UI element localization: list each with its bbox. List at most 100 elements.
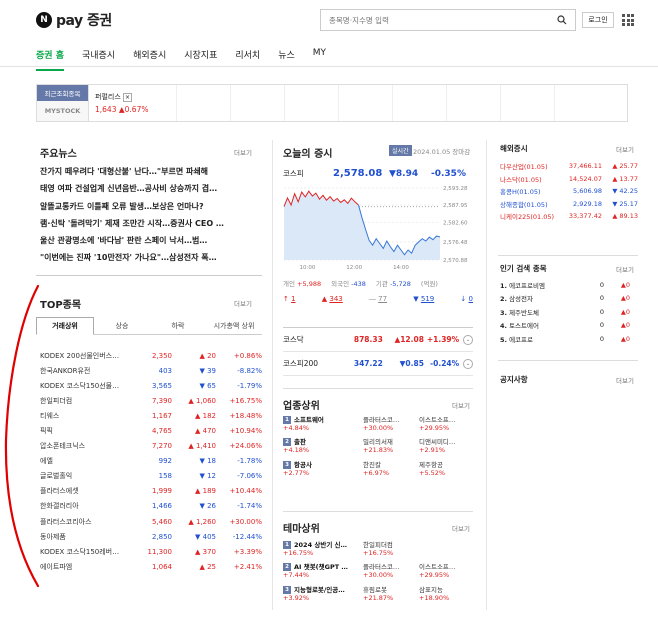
stock-price: 1,167 [151, 411, 172, 420]
table-row[interactable]: 동아제품 2,850 ▼ 405 -12.44% [40, 529, 262, 544]
rank-item[interactable]: 3 지능형로봇/인공… +3.92% [283, 586, 363, 602]
news-list: 잔가지 떼우려다 '대형산불' 난다…"부르면 파쇄해 태영 여파 건설업계 신… [40, 166, 260, 270]
table-row[interactable]: 한국ANKOR유전 403 ▼ 39 -8.82% [40, 363, 262, 378]
overseas-more-link[interactable]: 더보기 [616, 144, 634, 154]
rank-stock[interactable]: 이스트소프… +29.95% [419, 416, 473, 432]
overseas-change: ▲ 25.77 [612, 162, 638, 171]
stock-name: 압소폰테크닉스 [40, 442, 86, 451]
notice-more-link[interactable]: 더보기 [616, 375, 634, 385]
item-rate: +29.95% [419, 571, 450, 580]
popular-price: 0 [599, 294, 604, 303]
index-name: 코스닥 [283, 335, 304, 344]
rank-stock[interactable]: 한진칼 +6.97% [363, 461, 419, 477]
recent-title[interactable]: 최근조회종목 [37, 85, 88, 101]
rank-stock[interactable]: 휴림로봇 +21.87% [363, 586, 419, 602]
table-row[interactable]: 픽픽 4,765 ▲ 470 +10.94% [40, 423, 262, 438]
nav-home[interactable]: 증권 홈 [36, 48, 64, 71]
investor-value: -5,728 [389, 280, 411, 288]
popular-more-link[interactable]: 더보기 [616, 264, 634, 274]
search-icon[interactable] [557, 15, 567, 25]
table-row[interactable]: 압소폰테크닉스 7,270 ▲ 1,410 +24.06% [40, 439, 262, 454]
app-grid-icon[interactable] [622, 14, 634, 26]
index-row[interactable]: 코스닥 878.33 ▲12.08 +1.39% ⌄ [283, 328, 473, 352]
rank-stock[interactable]: 삼표지능 +18.90% [419, 586, 473, 602]
n-logo-icon: N [36, 12, 52, 28]
top-more-link[interactable]: 더보기 [234, 298, 252, 308]
stock-change: ▲ 1,410 [188, 442, 216, 451]
overseas-row[interactable]: 나스닥(01.05) 14,524.07 ▲ 13.77 [500, 173, 640, 186]
rank-stock[interactable]: 밀리의서재 +21.83% [363, 438, 419, 454]
kospi-summary[interactable]: 코스피 2,578.08 ▼8.94 -0.35% [283, 168, 473, 179]
table-row[interactable]: 플라터스에셋 1,999 ▲ 189 +10.44% [40, 484, 262, 499]
rank-stock[interactable]: 한일피더컴 +16.75% [363, 541, 419, 557]
table-row[interactable]: 플라터스코리아스 5,460 ▲ 1,260 +30.00% [40, 514, 262, 529]
table-row[interactable]: KODEX 코스닥150레버… 11,300 ▲ 370 +3.39% [40, 544, 262, 559]
rank-stock[interactable]: 디앤씨미디… +2.91% [419, 438, 473, 454]
news-item[interactable]: 알뜰교통카드 이틀째 오류 발생…보상은 언마나? [40, 201, 260, 218]
nav-research[interactable]: 리서치 [235, 48, 260, 71]
popular-row[interactable]: 4. 토스트에어 0 ▲0 [500, 319, 640, 333]
table-row[interactable]: 에이트파엠 1,064 ▲ 25 +2.41% [40, 559, 262, 574]
nav-overseas[interactable]: 해외증시 [133, 48, 166, 71]
mystock-tab[interactable]: MYSTOCK [37, 101, 88, 121]
rank-stock-name: 플라터스코… [363, 416, 419, 424]
rank-stock[interactable]: 이스트소프… +29.95% [419, 563, 473, 579]
table-row[interactable]: 티웨스 1,167 ▲ 182 +18.48% [40, 408, 262, 423]
rank-item[interactable]: 2 AI 챗봇(챗GPT … +7.44% [283, 563, 363, 579]
news-item[interactable]: 울산 관광명소에 '바다남' 판란 스페이 낙서…범… [40, 235, 260, 252]
rank-number: 3 [283, 460, 291, 469]
rank-stock[interactable] [419, 541, 473, 557]
popular-row[interactable]: 1. 에코프로비엠 0 ▲0 [500, 278, 640, 292]
overseas-row[interactable]: 니케이225(01.05) 33,377.42 ▲ 89.13 [500, 210, 640, 223]
rank-item[interactable]: 2 출판 +4.18% [283, 438, 363, 454]
rank-stock-name: 한진칼 [363, 461, 419, 469]
chevron-down-icon[interactable]: ⌄ [463, 358, 473, 369]
news-item[interactable]: "이번에는 진짜 '10만전자' 가나요"…삼성전자 폭… [40, 252, 260, 269]
rank-item[interactable]: 1 소프트웨어 +4.84% [283, 416, 363, 432]
rank-stock[interactable]: 플라터스코… +30.00% [363, 563, 419, 579]
recent-stock-item[interactable]: 퍼펄리스 × 1,643 ▲0.67% [89, 85, 177, 121]
news-item[interactable]: 태영 여파 건설업계 신년음반…공사비 상승까지 겹… [40, 183, 260, 200]
table-row[interactable]: 한일피더컴 7,390 ▲ 1,060 +16.75% [40, 393, 262, 408]
overseas-row[interactable]: 상해종합(01.05) 2,929.18 ▼ 25.17 [500, 198, 640, 211]
tab-fall[interactable]: 하락 [150, 317, 206, 334]
item-rate: +4.18% [283, 446, 310, 455]
table-row[interactable]: 에엘 992 ▼ 18 -1.78% [40, 454, 262, 469]
notice-title: 공지사항 [500, 375, 528, 384]
rank-stock[interactable]: 플라터스코… +30.00% [363, 416, 419, 432]
popular-row[interactable]: 3. 제주반도체 0 ▲0 [500, 305, 640, 319]
overseas-name: 홍콩H(01.05) [500, 188, 541, 197]
popular-row[interactable]: 2. 삼성전자 0 ▲0 [500, 292, 640, 306]
nav-domestic[interactable]: 국내증시 [82, 48, 115, 71]
overseas-row[interactable]: 다우산업(01.05) 37,466.11 ▲ 25.77 [500, 160, 640, 173]
nav-news[interactable]: 뉴스 [278, 48, 295, 71]
index-row[interactable]: 코스피200 347.22 ▼0.85 -0.24% ⌄ [283, 352, 473, 376]
popular-rank: 1. [500, 281, 507, 290]
tab-market-cap[interactable]: 시가총액 상위 [206, 317, 262, 334]
sector-more-link[interactable]: 더보기 [452, 400, 470, 410]
nav-my[interactable]: MY [313, 48, 326, 71]
table-row[interactable]: KODEX 200선물인버스… 2,350 ▲ 20 +0.86% [40, 348, 262, 363]
popular-row[interactable]: 5. 에코프로 0 ▲0 [500, 332, 640, 346]
news-item[interactable]: 램·신탁 '돌려막기' 제재 조만간 시작…증권사 CEO … [40, 218, 260, 235]
news-more-link[interactable]: 더보기 [234, 147, 252, 157]
tab-rise[interactable]: 상승 [94, 317, 150, 334]
rank-item[interactable]: 1 2024 상반기 신… +16.75% [283, 541, 363, 557]
logo[interactable]: N pay 증권 [36, 10, 112, 30]
table-row[interactable]: KODEX 코스닥150선물… 3,565 ▼ 65 -1.79% [40, 378, 262, 393]
overseas-row[interactable]: 홍콩H(01.05) 5,606.98 ▼ 42.25 [500, 185, 640, 198]
search-box[interactable] [320, 9, 576, 31]
table-row[interactable]: 글로벌홀익 158 ▼ 12 -7.06% [40, 469, 262, 484]
search-input[interactable] [329, 15, 557, 25]
table-row[interactable]: 한화갤러리아 1,466 ▼ 26 -1.74% [40, 499, 262, 514]
rank-stock[interactable]: 제주항공 +5.52% [419, 461, 473, 477]
chevron-down-icon[interactable]: ⌄ [463, 334, 473, 345]
news-item[interactable]: 잔가지 떼우려다 '대형산불' 난다…"부르면 파쇄해 [40, 166, 260, 183]
kospi-label: 코스피 [283, 169, 304, 178]
kospi-chart[interactable]: 2,593.28 2,587.95 2,582.60 2,576.48 2,570.88… [280, 182, 476, 272]
theme-more-link[interactable]: 더보기 [452, 523, 470, 533]
nav-indicators[interactable]: 시장지표 [184, 48, 217, 71]
rank-item[interactable]: 3 항공사 +2.77% [283, 461, 363, 477]
investor-value: -438 [351, 280, 366, 288]
login-button[interactable]: 로그인 [582, 12, 614, 28]
